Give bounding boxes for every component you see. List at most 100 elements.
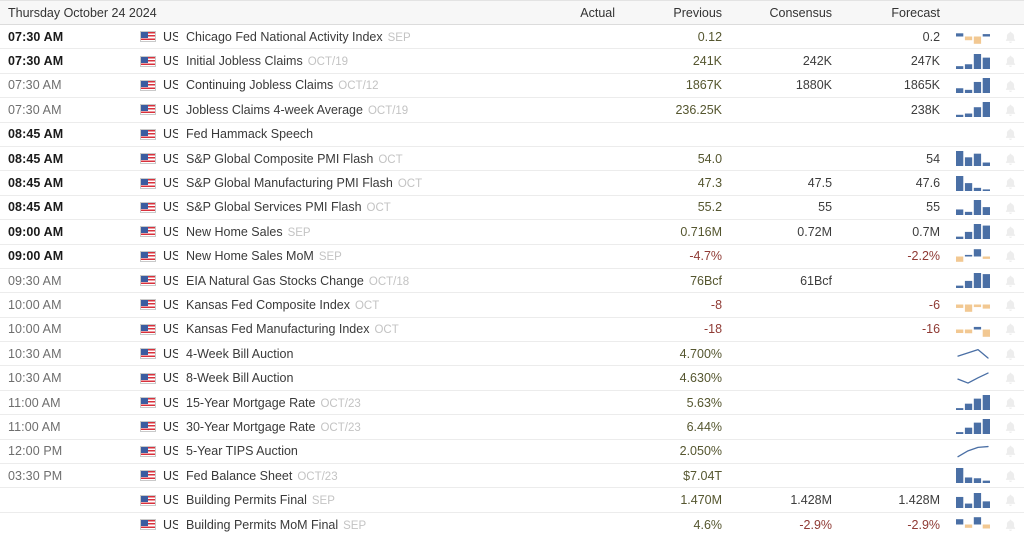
event-sparkline-cell[interactable] <box>948 146 996 170</box>
notification-bell-icon[interactable] <box>1005 31 1016 44</box>
event-sparkline-cell[interactable] <box>948 98 996 122</box>
event-cell[interactable]: Kansas Fed Composite IndexOCT <box>178 293 528 317</box>
calendar-event-row[interactable]: 08:45 AMUSS&P Global Services PMI FlashO… <box>0 195 1024 219</box>
alert-cell[interactable] <box>996 439 1024 463</box>
event-sparkline-cell[interactable] <box>948 293 996 317</box>
event-cell[interactable]: Initial Jobless ClaimsOCT/19 <box>178 49 528 73</box>
event-sparkline-cell[interactable] <box>948 342 996 366</box>
alert-cell[interactable] <box>996 488 1024 512</box>
event-name[interactable]: Continuing Jobless Claims <box>186 78 333 92</box>
event-name[interactable]: Jobless Claims 4-week Average <box>186 103 363 117</box>
calendar-event-row[interactable]: 09:00 AMUSNew Home Sales MoMSEP-4.7%-2.2… <box>0 244 1024 268</box>
event-sparkline-cell[interactable] <box>948 220 996 244</box>
notification-bell-icon[interactable] <box>1005 397 1016 410</box>
calendar-event-row[interactable]: 10:30 AMUS8-Week Bill Auction4.630% <box>0 366 1024 390</box>
calendar-event-row[interactable]: 12:00 PMUS5-Year TIPS Auction2.050% <box>0 439 1024 463</box>
event-name[interactable]: 5-Year TIPS Auction <box>186 444 298 458</box>
notification-bell-icon[interactable] <box>1005 202 1016 215</box>
column-header-actual[interactable]: Actual <box>528 1 623 25</box>
event-cell[interactable]: Kansas Fed Manufacturing IndexOCT <box>178 317 528 341</box>
calendar-event-row[interactable]: 09:00 AMUSNew Home SalesSEP0.716M0.72M0.… <box>0 220 1024 244</box>
alert-cell[interactable] <box>996 293 1024 317</box>
event-name[interactable]: Fed Balance Sheet <box>186 469 292 483</box>
event-sparkline-cell[interactable] <box>948 317 996 341</box>
event-cell[interactable]: 4-Week Bill Auction <box>178 342 528 366</box>
calendar-event-row[interactable]: 07:30 AMUSJobless Claims 4-week AverageO… <box>0 98 1024 122</box>
notification-bell-icon[interactable] <box>1005 177 1016 190</box>
calendar-event-row[interactable]: 08:45 AMUSS&P Global Manufacturing PMI F… <box>0 171 1024 195</box>
event-sparkline-cell[interactable] <box>948 122 996 146</box>
alert-cell[interactable] <box>996 317 1024 341</box>
notification-bell-icon[interactable] <box>1005 250 1016 263</box>
alert-cell[interactable] <box>996 415 1024 439</box>
column-header-consensus[interactable]: Consensus <box>730 1 840 25</box>
event-name[interactable]: Building Permits MoM Final <box>186 518 338 532</box>
event-sparkline-cell[interactable] <box>948 366 996 390</box>
event-cell[interactable]: Fed Balance SheetOCT/23 <box>178 464 528 488</box>
event-cell[interactable]: New Home SalesSEP <box>178 220 528 244</box>
event-sparkline-cell[interactable] <box>948 73 996 97</box>
calendar-event-row[interactable]: 03:30 PMUSFed Balance SheetOCT/23$7.04T <box>0 464 1024 488</box>
event-name[interactable]: 15-Year Mortgage Rate <box>186 396 315 410</box>
calendar-event-row[interactable]: USBuilding Permits MoM FinalSEP4.6%-2.9%… <box>0 512 1024 534</box>
event-name[interactable]: 8-Week Bill Auction <box>186 371 293 385</box>
event-sparkline-cell[interactable] <box>948 244 996 268</box>
event-name[interactable]: Kansas Fed Manufacturing Index <box>186 322 369 336</box>
notification-bell-icon[interactable] <box>1005 421 1016 434</box>
notification-bell-icon[interactable] <box>1005 104 1016 117</box>
calendar-event-row[interactable]: 10:30 AMUS4-Week Bill Auction4.700% <box>0 342 1024 366</box>
event-name[interactable]: 4-Week Bill Auction <box>186 347 293 361</box>
event-sparkline-cell[interactable] <box>948 268 996 292</box>
notification-bell-icon[interactable] <box>1005 226 1016 239</box>
event-name[interactable]: EIA Natural Gas Stocks Change <box>186 274 364 288</box>
event-cell[interactable]: New Home Sales MoMSEP <box>178 244 528 268</box>
notification-bell-icon[interactable] <box>1005 153 1016 166</box>
alert-cell[interactable] <box>996 49 1024 73</box>
alert-cell[interactable] <box>996 390 1024 414</box>
event-sparkline-cell[interactable] <box>948 49 996 73</box>
alert-cell[interactable] <box>996 73 1024 97</box>
alert-cell[interactable] <box>996 342 1024 366</box>
calendar-event-row[interactable]: 09:30 AMUSEIA Natural Gas Stocks ChangeO… <box>0 268 1024 292</box>
notification-bell-icon[interactable] <box>1005 445 1016 458</box>
event-name[interactable]: Kansas Fed Composite Index <box>186 298 350 312</box>
column-header-previous[interactable]: Previous <box>623 1 730 25</box>
alert-cell[interactable] <box>996 244 1024 268</box>
event-sparkline-cell[interactable] <box>948 390 996 414</box>
alert-cell[interactable] <box>996 146 1024 170</box>
event-name[interactable]: New Home Sales MoM <box>186 249 314 263</box>
event-cell[interactable]: Chicago Fed National Activity IndexSEP <box>178 25 528 49</box>
event-cell[interactable]: Continuing Jobless ClaimsOCT/12 <box>178 73 528 97</box>
calendar-event-row[interactable]: 10:00 AMUSKansas Fed Manufacturing Index… <box>0 317 1024 341</box>
notification-bell-icon[interactable] <box>1005 470 1016 483</box>
event-cell[interactable]: S&P Global Services PMI FlashOCT <box>178 195 528 219</box>
notification-bell-icon[interactable] <box>1005 372 1016 385</box>
calendar-event-row[interactable]: 11:00 AMUS15-Year Mortgage RateOCT/235.6… <box>0 390 1024 414</box>
notification-bell-icon[interactable] <box>1005 80 1016 93</box>
event-cell[interactable]: 8-Week Bill Auction <box>178 366 528 390</box>
event-sparkline-cell[interactable] <box>948 464 996 488</box>
event-cell[interactable]: Fed Hammack Speech <box>178 122 528 146</box>
event-sparkline-cell[interactable] <box>948 171 996 195</box>
notification-bell-icon[interactable] <box>1005 275 1016 288</box>
event-sparkline-cell[interactable] <box>948 512 996 534</box>
notification-bell-icon[interactable] <box>1005 494 1016 507</box>
notification-bell-icon[interactable] <box>1005 323 1016 336</box>
event-sparkline-cell[interactable] <box>948 25 996 49</box>
event-sparkline-cell[interactable] <box>948 195 996 219</box>
event-cell[interactable]: Jobless Claims 4-week AverageOCT/19 <box>178 98 528 122</box>
event-name[interactable]: S&P Global Manufacturing PMI Flash <box>186 176 393 190</box>
notification-bell-icon[interactable] <box>1005 519 1016 532</box>
alert-cell[interactable] <box>996 195 1024 219</box>
event-cell[interactable]: 5-Year TIPS Auction <box>178 439 528 463</box>
event-sparkline-cell[interactable] <box>948 415 996 439</box>
calendar-event-row[interactable]: 07:30 AMUSInitial Jobless ClaimsOCT/1924… <box>0 49 1024 73</box>
calendar-event-row[interactable]: 08:45 AMUSS&P Global Composite PMI Flash… <box>0 146 1024 170</box>
event-cell[interactable]: S&P Global Manufacturing PMI FlashOCT <box>178 171 528 195</box>
event-cell[interactable]: 15-Year Mortgage RateOCT/23 <box>178 390 528 414</box>
event-cell[interactable]: EIA Natural Gas Stocks ChangeOCT/18 <box>178 268 528 292</box>
event-cell[interactable]: 30-Year Mortgage RateOCT/23 <box>178 415 528 439</box>
alert-cell[interactable] <box>996 464 1024 488</box>
event-sparkline-cell[interactable] <box>948 439 996 463</box>
alert-cell[interactable] <box>996 268 1024 292</box>
